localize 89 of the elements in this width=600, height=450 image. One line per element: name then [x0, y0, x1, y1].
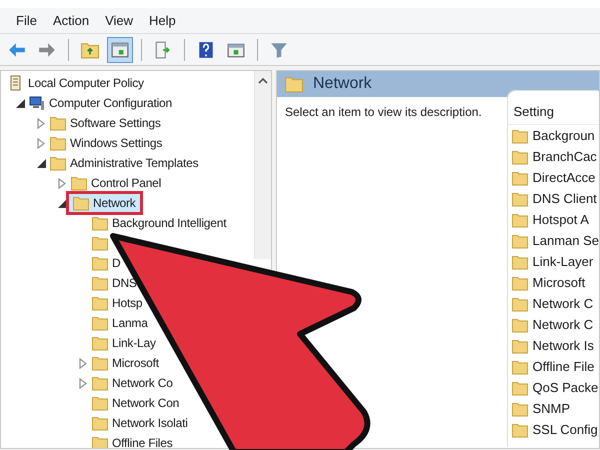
tree-item[interactable]: Hotsp	[91, 294, 144, 312]
computer-icon	[29, 95, 45, 111]
folder-icon	[92, 315, 108, 331]
window-pane-button[interactable]	[107, 36, 133, 62]
folder-icon	[512, 212, 528, 228]
list-item[interactable]: Microsoft	[508, 272, 599, 293]
collapsed-icon[interactable]	[58, 178, 66, 188]
folder-icon	[512, 380, 528, 396]
list-item[interactable]: Hotspot A	[508, 209, 599, 230]
list-item[interactable]: Backgroun	[508, 125, 599, 146]
folder-icon	[285, 75, 303, 93]
menu-item[interactable]: View	[97, 8, 142, 33]
list-item[interactable]: Lanman Se	[508, 230, 599, 251]
tree-item[interactable]: Local Computer Policy	[7, 74, 145, 92]
folder-icon	[512, 296, 528, 312]
folder-icon	[73, 195, 89, 211]
folder-icon	[92, 355, 108, 371]
folder-icon	[512, 128, 528, 144]
tree-item[interactable]	[91, 234, 109, 252]
expanded-icon[interactable]	[36, 158, 46, 168]
tree-item[interactable]: DNS	[91, 274, 138, 292]
description-text: Select an item to view its description.	[284, 104, 483, 121]
filter-icon	[270, 40, 288, 58]
pane-header: Network	[277, 71, 599, 97]
column-header[interactable]: Setting	[508, 99, 599, 125]
folder-icon	[92, 255, 108, 271]
back-arrow-icon	[8, 40, 26, 58]
tree-item[interactable]: Link-Lay	[91, 334, 157, 352]
folder-icon	[512, 358, 528, 374]
folder-icon	[92, 435, 108, 448]
window-pane-icon	[111, 40, 129, 58]
tree-item[interactable]: Lanma	[91, 314, 149, 332]
list-item[interactable]: SNMP	[508, 398, 599, 419]
folder-icon	[92, 295, 108, 311]
folder-icon	[50, 155, 66, 171]
list-item[interactable]: Network C	[508, 293, 599, 314]
tree-item[interactable]: Computer Configuration	[28, 94, 174, 112]
folder-icon	[92, 415, 108, 431]
tree-item[interactable]: Software Settings	[49, 114, 162, 132]
list-item[interactable]: DNS Client	[508, 188, 599, 209]
folder-icon	[512, 422, 528, 438]
folder-icon	[50, 115, 66, 131]
tree-item[interactable]: Background Intelligent	[91, 214, 228, 232]
list-item[interactable]: BranchCac	[508, 146, 599, 167]
list-item[interactable]: Network C	[508, 314, 599, 335]
tree-item[interactable]: Offline Files	[91, 434, 174, 448]
folder-icon	[512, 400, 528, 416]
folder-icon	[512, 148, 528, 164]
folder-icon	[512, 170, 528, 186]
list-item[interactable]: Network Is	[508, 335, 599, 356]
export-list-icon	[154, 40, 172, 58]
folder-icon	[50, 135, 66, 151]
collapsed-icon[interactable]	[79, 358, 87, 368]
tree-item[interactable]: Microsoft	[91, 354, 160, 372]
help-icon	[197, 40, 215, 58]
expanded-icon[interactable]	[16, 98, 24, 108]
list-item[interactable]: DirectAcce	[508, 167, 599, 188]
folder-up-icon	[81, 40, 99, 58]
folder-icon	[512, 190, 528, 206]
folder-icon	[512, 254, 528, 270]
folder-icon	[512, 316, 528, 332]
menu-item[interactable]: Action	[44, 8, 98, 33]
tree-item[interactable]: Administrative Templates	[49, 154, 200, 172]
list-item[interactable]: Offline File	[508, 356, 599, 377]
tree-item[interactable]: D	[91, 254, 122, 272]
tree-item[interactable]: Network	[66, 191, 143, 215]
list-item[interactable]: Link-Layer	[508, 251, 599, 272]
tree-item[interactable]: Control Panel	[70, 174, 162, 192]
collapsed-icon[interactable]	[79, 378, 87, 388]
list-item[interactable]: SSL Config	[508, 419, 599, 440]
folder-icon	[92, 335, 108, 351]
menu-item[interactable]: File	[8, 8, 45, 33]
tree-item[interactable]: Network Isolati	[91, 414, 189, 432]
tree-item[interactable]: Network Con	[91, 394, 180, 412]
collapsed-icon[interactable]	[37, 138, 45, 148]
tree-item[interactable]: Network Co	[91, 374, 174, 392]
folder-icon	[92, 235, 108, 251]
folder-icon	[92, 375, 108, 391]
folder-icon	[92, 395, 108, 411]
folder-icon	[512, 274, 528, 290]
folder-icon	[512, 232, 528, 248]
tree-item[interactable]: Windows Settings	[49, 134, 164, 152]
collapsed-icon[interactable]	[37, 118, 45, 128]
list-item[interactable]: QoS Packe	[508, 377, 599, 398]
folder-icon	[92, 275, 108, 291]
folder-icon	[512, 338, 528, 354]
forward-arrow-icon	[38, 40, 56, 58]
menu-item[interactable]: Help	[141, 8, 184, 33]
scrollbar[interactable]	[254, 71, 271, 259]
